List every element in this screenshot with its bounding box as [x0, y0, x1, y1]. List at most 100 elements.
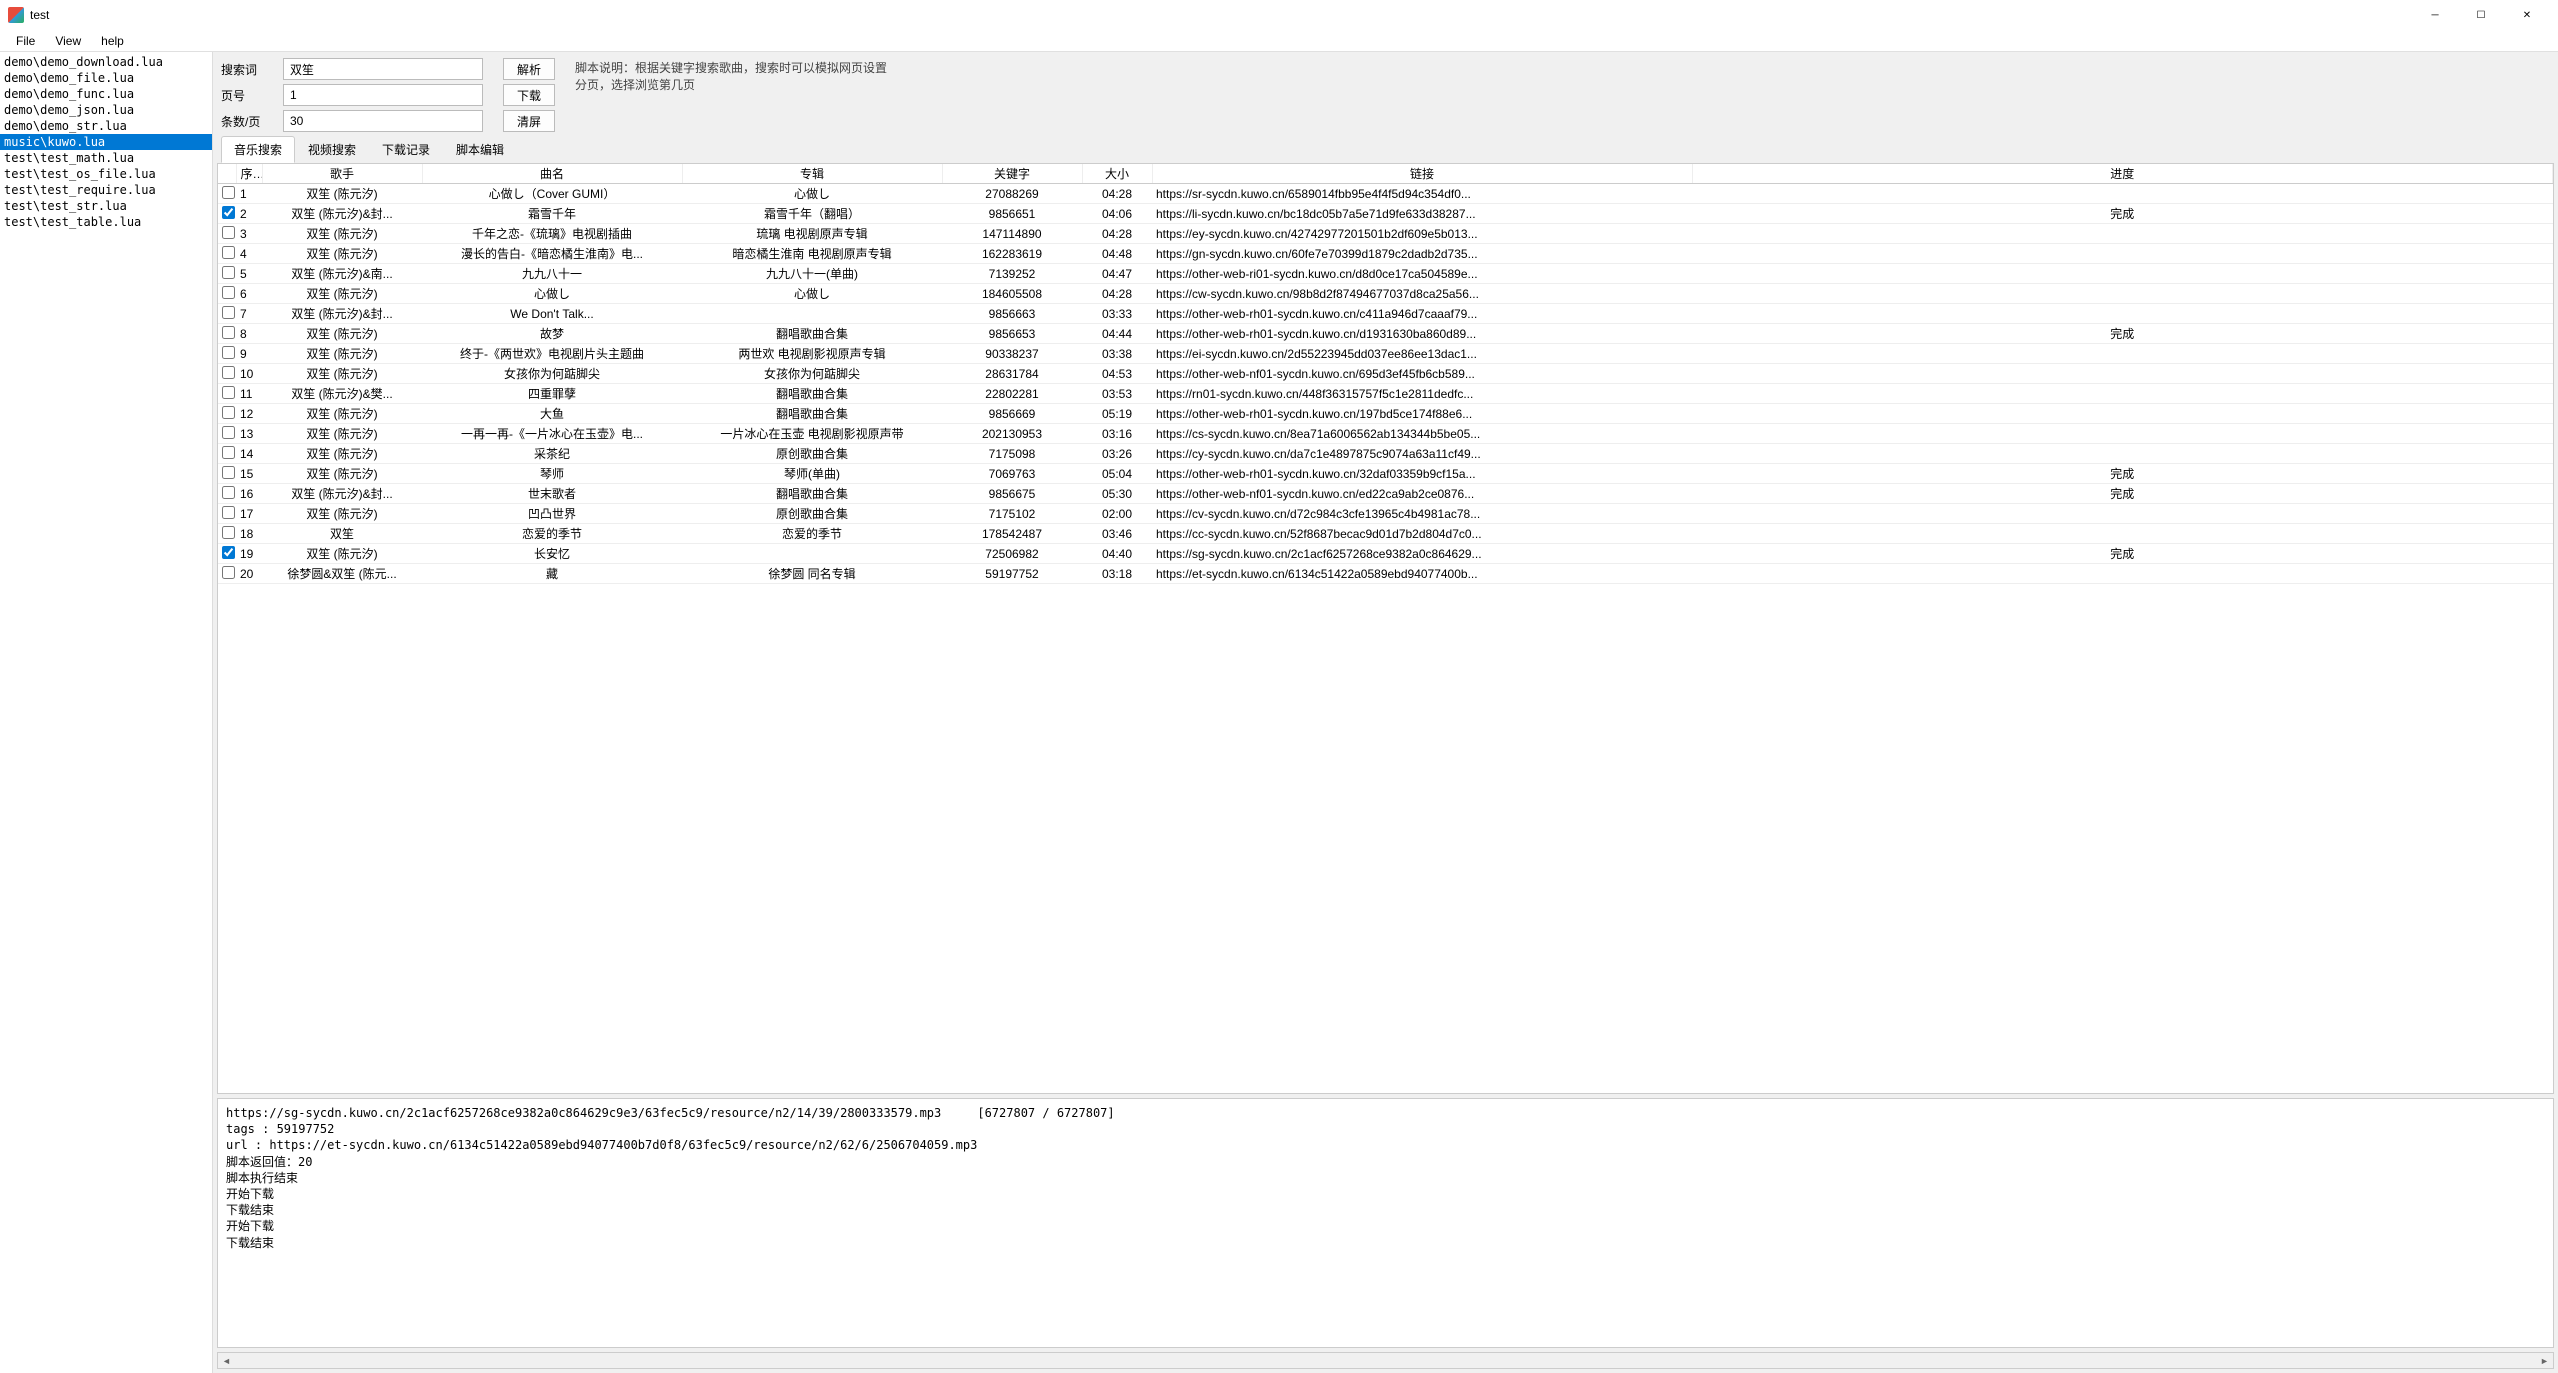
row-checkbox[interactable]	[222, 386, 235, 399]
cell-url: https://gn-sycdn.kuwo.cn/60fe7e70399d187…	[1152, 244, 1692, 264]
file-item[interactable]: test\test_require.lua	[0, 182, 212, 198]
row-checkbox[interactable]	[222, 186, 235, 199]
cell-size: 05:19	[1082, 404, 1152, 424]
scroll-right-icon[interactable]: ►	[2536, 1353, 2553, 1368]
row-checkbox[interactable]	[222, 266, 235, 279]
label-page: 页号	[221, 87, 277, 104]
input-per-page[interactable]	[283, 110, 483, 132]
th-index[interactable]: 序号	[236, 164, 262, 184]
table-row[interactable]: 11双笙 (陈元汐)&樊...四重罪孽翻唱歌曲合集2280228103:53ht…	[218, 384, 2553, 404]
cell-size: 04:47	[1082, 264, 1152, 284]
cell-keyword: 9856669	[942, 404, 1082, 424]
file-item[interactable]: test\test_os_file.lua	[0, 166, 212, 182]
th-keyword[interactable]: 关键字	[942, 164, 1082, 184]
menu-help[interactable]: help	[91, 32, 134, 50]
cell-artist: 双笙 (陈元汐)&封...	[262, 304, 422, 324]
table-row[interactable]: 6双笙 (陈元汐)心做し心做し18460550804:28https://cw-…	[218, 284, 2553, 304]
table-row[interactable]: 7双笙 (陈元汐)&封...We Don't Talk...985666303:…	[218, 304, 2553, 324]
log-output[interactable]: https://sg-sycdn.kuwo.cn/2c1acf6257268ce…	[217, 1098, 2554, 1348]
row-checkbox[interactable]	[222, 566, 235, 579]
th-url[interactable]: 链接	[1152, 164, 1692, 184]
cell-progress	[1692, 524, 2553, 544]
table-row[interactable]: 20徐梦圆&双笙 (陈元...藏徐梦圆 同名专辑5919775203:18htt…	[218, 564, 2553, 584]
th-artist[interactable]: 歌手	[262, 164, 422, 184]
row-checkbox[interactable]	[222, 206, 235, 219]
file-item[interactable]: music\kuwo.lua	[0, 134, 212, 150]
tab[interactable]: 视频搜索	[295, 136, 369, 163]
table-row[interactable]: 2双笙 (陈元汐)&封...霜雪千年霜雪千年（翻唱）985665104:06ht…	[218, 204, 2553, 224]
cell-artist: 双笙 (陈元汐)&封...	[262, 484, 422, 504]
row-checkbox[interactable]	[222, 346, 235, 359]
table-row[interactable]: 17双笙 (陈元汐)凹凸世界原创歌曲合集717510202:00https://…	[218, 504, 2553, 524]
cell-url: https://other-web-ri01-sycdn.kuwo.cn/d8d…	[1152, 264, 1692, 284]
file-list[interactable]: demo\demo_download.luademo\demo_file.lua…	[0, 52, 213, 1373]
menu-view[interactable]: View	[45, 32, 91, 50]
row-checkbox[interactable]	[222, 426, 235, 439]
file-item[interactable]: demo\demo_json.lua	[0, 102, 212, 118]
row-checkbox[interactable]	[222, 546, 235, 559]
file-item[interactable]: demo\demo_func.lua	[0, 86, 212, 102]
table-row[interactable]: 10双笙 (陈元汐)女孩你为何踮脚尖女孩你为何踮脚尖2863178404:53h…	[218, 364, 2553, 384]
input-page[interactable]	[283, 84, 483, 106]
table-row[interactable]: 1双笙 (陈元汐)心做し（Cover GUMI）心做し2708826904:28…	[218, 184, 2553, 204]
table-row[interactable]: 9双笙 (陈元汐)终于-《两世欢》电视剧片头主题曲两世欢 电视剧影视原声专辑90…	[218, 344, 2553, 364]
row-checkbox[interactable]	[222, 486, 235, 499]
file-item[interactable]: demo\demo_str.lua	[0, 118, 212, 134]
clear-button[interactable]: 清屏	[503, 110, 555, 132]
results-table-container[interactable]: 序号 歌手 曲名 专辑 关键字 大小 链接 进度 1双笙 (陈元汐)心做し（Co…	[217, 163, 2554, 1094]
menu-file[interactable]: File	[6, 32, 45, 50]
script-description: 脚本说明：根据关键字搜索歌曲，搜索时可以模拟网页设置 分页，选择浏览第几页	[575, 58, 887, 94]
th-progress[interactable]: 进度	[1692, 164, 2553, 184]
cell-size: 04:06	[1082, 204, 1152, 224]
row-checkbox[interactable]	[222, 506, 235, 519]
row-checkbox[interactable]	[222, 226, 235, 239]
th-song[interactable]: 曲名	[422, 164, 682, 184]
maximize-button[interactable]: ☐	[2458, 0, 2504, 30]
row-checkbox[interactable]	[222, 366, 235, 379]
row-checkbox[interactable]	[222, 526, 235, 539]
close-button[interactable]: ✕	[2504, 0, 2550, 30]
table-row[interactable]: 8双笙 (陈元汐)故梦翻唱歌曲合集985665304:44https://oth…	[218, 324, 2553, 344]
table-row[interactable]: 3双笙 (陈元汐)千年之恋-《琉璃》电视剧插曲琉璃 电视剧原声专辑1471148…	[218, 224, 2553, 244]
th-size[interactable]: 大小	[1082, 164, 1152, 184]
table-row[interactable]: 18双笙恋爱的季节恋爱的季节17854248703:46https://cc-s…	[218, 524, 2553, 544]
row-checkbox[interactable]	[222, 246, 235, 259]
table-row[interactable]: 15双笙 (陈元汐)琴师琴师(单曲)706976305:04https://ot…	[218, 464, 2553, 484]
tab[interactable]: 脚本编辑	[443, 136, 517, 163]
table-row[interactable]: 16双笙 (陈元汐)&封...世末歌者翻唱歌曲合集985667505:30htt…	[218, 484, 2553, 504]
row-checkbox[interactable]	[222, 446, 235, 459]
table-row[interactable]: 4双笙 (陈元汐)漫长的告白-《暗恋橘生淮南》电...暗恋橘生淮南 电视剧原声专…	[218, 244, 2553, 264]
table-row[interactable]: 19双笙 (陈元汐)长安忆7250698204:40https://sg-syc…	[218, 544, 2553, 564]
row-checkbox[interactable]	[222, 306, 235, 319]
cell-index: 2	[236, 204, 262, 224]
table-row[interactable]: 12双笙 (陈元汐)大鱼翻唱歌曲合集985666905:19https://ot…	[218, 404, 2553, 424]
download-button[interactable]: 下载	[503, 84, 555, 106]
minimize-button[interactable]: ─	[2412, 0, 2458, 30]
file-item[interactable]: demo\demo_file.lua	[0, 70, 212, 86]
cell-url: https://other-web-nf01-sycdn.kuwo.cn/695…	[1152, 364, 1692, 384]
table-row[interactable]: 14双笙 (陈元汐)采茶纪原创歌曲合集717509803:26https://c…	[218, 444, 2553, 464]
cell-size: 05:04	[1082, 464, 1152, 484]
tab[interactable]: 下载记录	[369, 136, 443, 163]
th-album[interactable]: 专辑	[682, 164, 942, 184]
horizontal-scrollbar[interactable]: ◄ ►	[217, 1352, 2554, 1369]
file-item[interactable]: test\test_table.lua	[0, 214, 212, 230]
row-checkbox[interactable]	[222, 466, 235, 479]
cell-url: https://other-web-nf01-sycdn.kuwo.cn/ed2…	[1152, 484, 1692, 504]
scroll-left-icon[interactable]: ◄	[218, 1353, 235, 1368]
table-row[interactable]: 5双笙 (陈元汐)&南...九九八十一九九八十一(单曲)713925204:47…	[218, 264, 2553, 284]
file-item[interactable]: test\test_str.lua	[0, 198, 212, 214]
file-item[interactable]: test\test_math.lua	[0, 150, 212, 166]
row-checkbox[interactable]	[222, 326, 235, 339]
file-item[interactable]: demo\demo_download.lua	[0, 54, 212, 70]
tab[interactable]: 音乐搜索	[221, 136, 295, 163]
cell-keyword: 178542487	[942, 524, 1082, 544]
cell-index: 14	[236, 444, 262, 464]
row-checkbox[interactable]	[222, 286, 235, 299]
table-row[interactable]: 13双笙 (陈元汐)一再一再-《一片冰心在玉壶》电...一片冰心在玉壶 电视剧影…	[218, 424, 2553, 444]
cell-keyword: 22802281	[942, 384, 1082, 404]
input-keyword[interactable]	[283, 58, 483, 80]
cell-song: 大鱼	[422, 404, 682, 424]
row-checkbox[interactable]	[222, 406, 235, 419]
parse-button[interactable]: 解析	[503, 58, 555, 80]
